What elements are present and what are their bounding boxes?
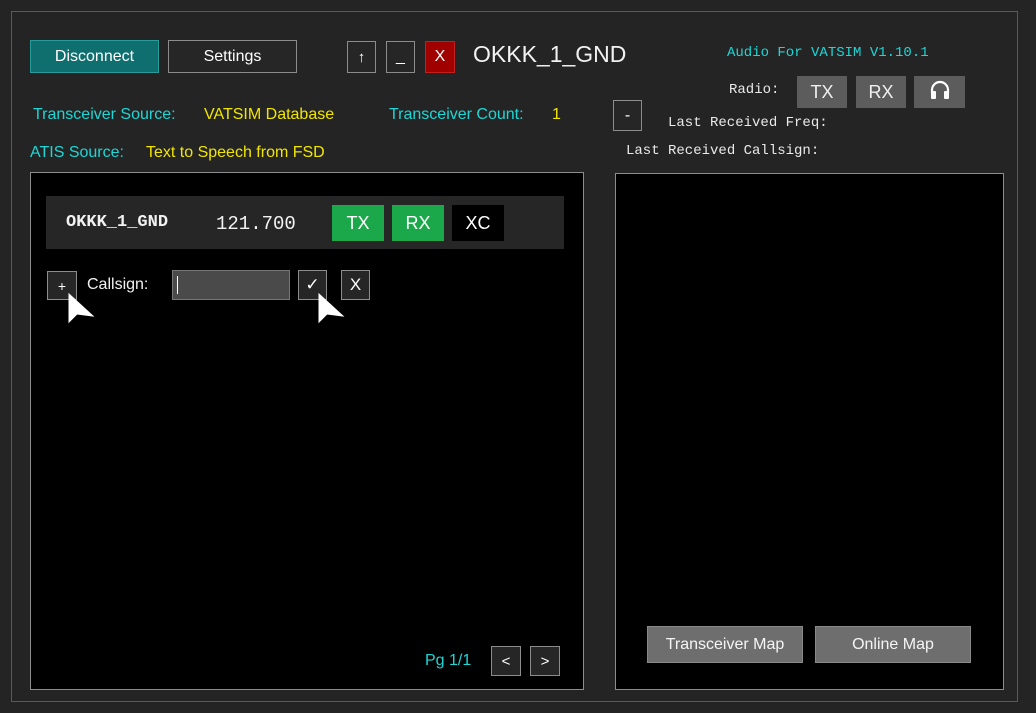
last-received-freq-label: Last Received Freq: [668, 115, 828, 131]
station-frequency: 121.700 [216, 213, 296, 235]
minimize-button[interactable]: _ [386, 41, 415, 73]
transceiver-source-value: VATSIM Database [204, 106, 335, 123]
station-callsign: OKKK_1_GND [66, 213, 169, 232]
callsign-input[interactable] [172, 270, 290, 300]
prev-page-button[interactable]: < [491, 646, 521, 676]
transceiver-count-value: 1 [552, 106, 561, 123]
window-callsign-title: OKKK_1_GND [473, 41, 627, 67]
last-received-callsign-label: Last Received Callsign: [626, 143, 820, 159]
atis-source-value: Text to Speech from FSD [146, 144, 325, 161]
version-label: Audio For VATSIM V1.10.1 [727, 45, 929, 61]
next-page-button[interactable]: > [530, 646, 560, 676]
station-tx-toggle[interactable]: TX [332, 205, 384, 241]
headphones-button[interactable] [914, 76, 965, 108]
settings-button[interactable]: Settings [168, 40, 297, 73]
received-log-panel [615, 173, 1004, 690]
text-caret [177, 276, 178, 294]
close-button[interactable]: X [425, 41, 455, 73]
station-xc-toggle[interactable]: XC [452, 205, 504, 241]
station-rx-toggle[interactable]: RX [392, 205, 444, 241]
radio-tx-button[interactable]: TX [797, 76, 847, 108]
move-up-button[interactable]: ↑ [347, 41, 376, 73]
callsign-input-label: Callsign: [87, 276, 149, 293]
mouse-pointer-icon [316, 292, 346, 328]
disconnect-button[interactable]: Disconnect [30, 40, 159, 73]
transceiver-map-button[interactable]: Transceiver Map [647, 626, 803, 663]
online-map-button[interactable]: Online Map [815, 626, 971, 663]
radio-label: Radio: [729, 82, 780, 98]
collapse-button[interactable]: - [613, 100, 642, 131]
atis-source-label: ATIS Source: [30, 144, 124, 161]
headphones-icon [929, 80, 951, 105]
transceiver-source-label: Transceiver Source: [33, 106, 176, 123]
station-list-panel [30, 172, 584, 690]
radio-rx-button[interactable]: RX [856, 76, 906, 108]
transceiver-count-label: Transceiver Count: [389, 106, 524, 123]
mouse-pointer-icon [66, 292, 96, 328]
page-indicator: Pg 1/1 [425, 652, 472, 669]
